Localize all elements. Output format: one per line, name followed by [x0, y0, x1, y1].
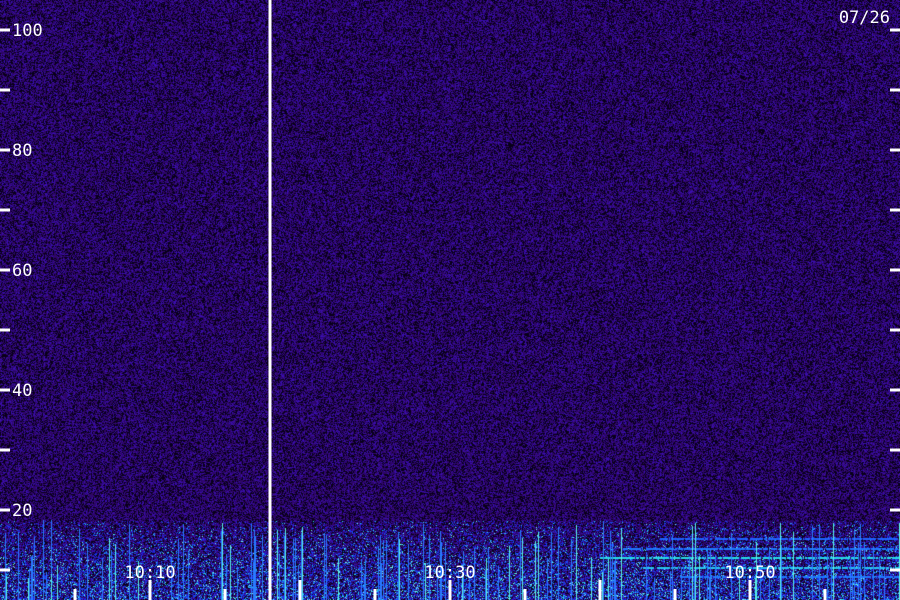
y-axis-left: 100 80 60 40 20	[0, 21, 43, 572]
y-tick-label-20: 20	[12, 501, 32, 521]
y-tick-label-80: 80	[12, 141, 32, 161]
y-tick-label-40: 40	[12, 381, 32, 401]
date-label: 07/26	[839, 8, 890, 28]
axis-overlay: 100 80 60 40 20 10:10 10:30 10:50 07/26	[0, 0, 900, 600]
x-tick-label-10-30: 10:30	[424, 563, 475, 583]
x-tick-label-10-10: 10:10	[124, 563, 175, 583]
y-axis-right	[890, 28, 900, 572]
x-tick-label-10-50: 10:50	[724, 563, 775, 583]
y-tick-label-100: 100	[12, 21, 43, 41]
y-tick-label-60: 60	[12, 261, 32, 281]
x-axis: 10:10 10:30 10:50	[73, 563, 827, 600]
